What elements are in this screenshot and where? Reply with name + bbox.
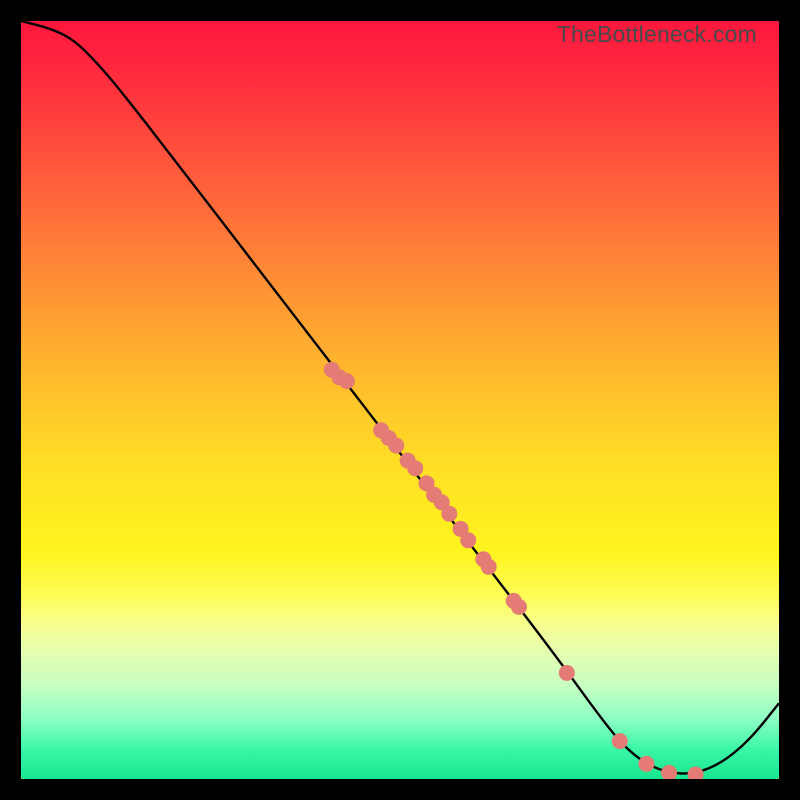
observation-dot — [559, 665, 575, 681]
observation-dot — [511, 599, 527, 615]
plot-area: TheBottleneck.com — [21, 21, 779, 779]
watermark-label: TheBottleneck.com — [557, 21, 757, 48]
observation-dot — [481, 559, 497, 575]
observation-dot — [612, 733, 628, 749]
observation-dot — [407, 460, 423, 476]
chart-frame: TheBottleneck.com — [0, 0, 800, 800]
observation-dot — [460, 532, 476, 548]
observation-dot — [688, 767, 704, 780]
observation-dot — [638, 756, 654, 772]
observation-dot — [441, 506, 457, 522]
observation-dot — [339, 373, 355, 389]
observation-dots — [21, 21, 779, 779]
observation-dot — [661, 765, 677, 779]
observation-dot — [388, 438, 404, 454]
